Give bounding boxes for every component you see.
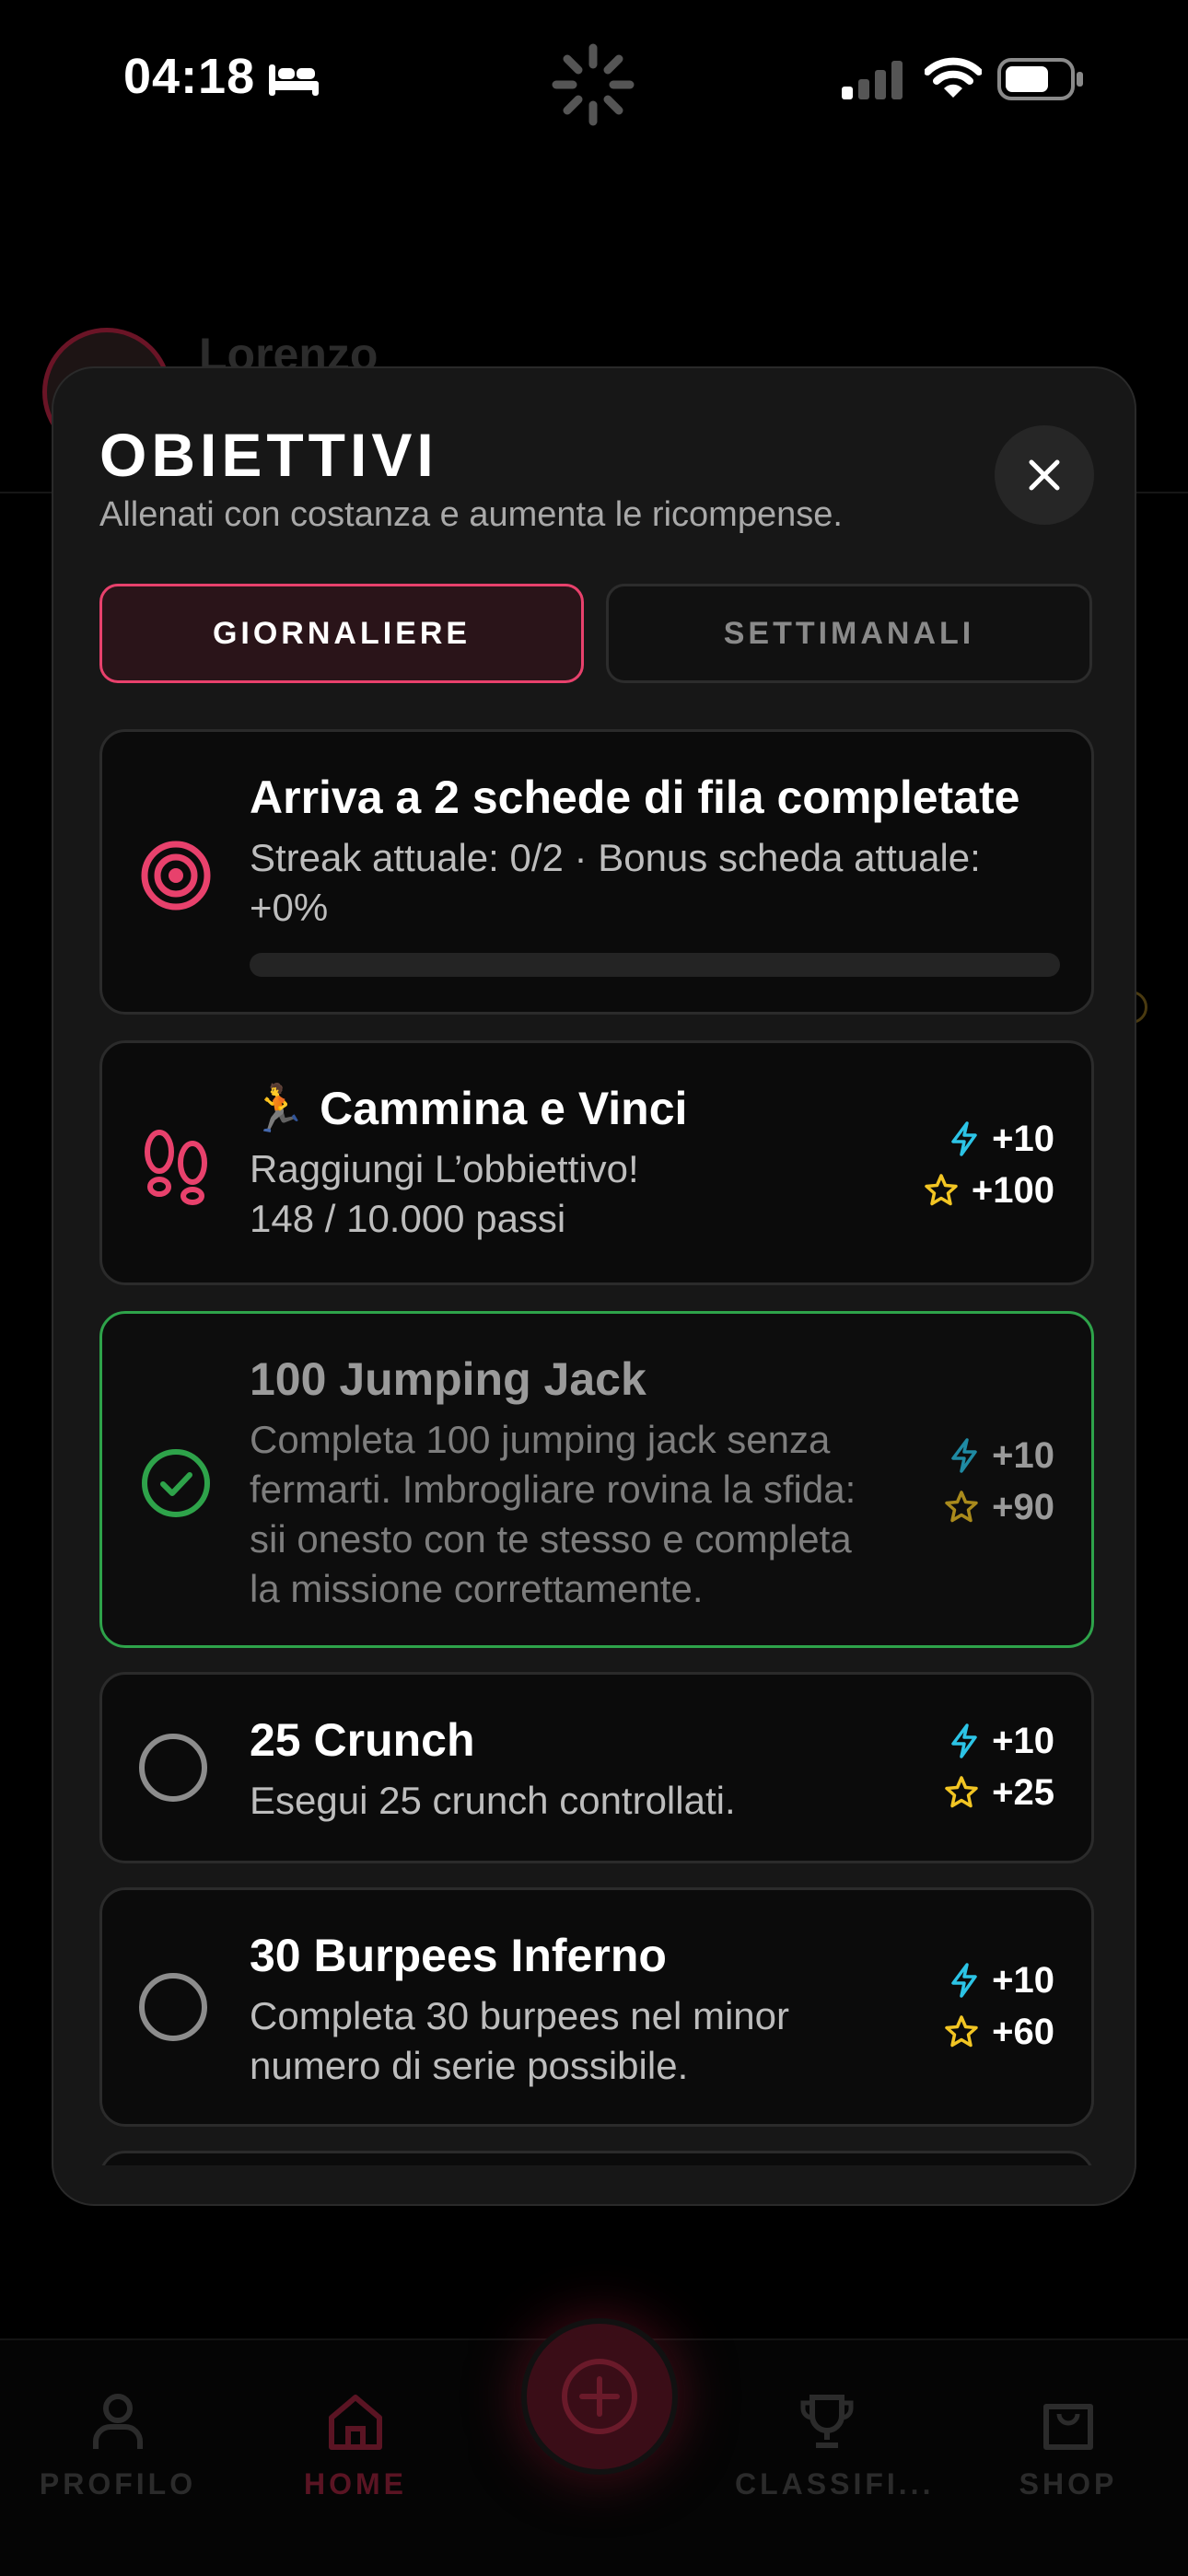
wifi-icon (925, 57, 982, 98)
bolt-icon (951, 1963, 977, 1998)
goal-title: Arriva a 2 schede di fila completate (250, 772, 1020, 823)
bolt-icon (951, 1438, 977, 1473)
star-reward: +90 (870, 1481, 1054, 1533)
goals-list: Arriva a 2 schede di fila completate Str… (99, 729, 1094, 2165)
star-icon (945, 1491, 978, 1523)
goal-title: 100 Jumping Jack (250, 1353, 646, 1405)
energy-reward: +10 (870, 1715, 1054, 1767)
nav-leaderboard[interactable]: CLASSIFI... (735, 2392, 930, 2501)
home-icon (329, 2395, 382, 2450)
check-circle-icon (142, 1449, 210, 1517)
runner-icon: 🏃 (250, 1083, 308, 1134)
rewards: +10 +90 (870, 1430, 1054, 1533)
bolt-icon (951, 1723, 977, 1758)
close-icon (1029, 459, 1060, 491)
add-button[interactable] (521, 2318, 678, 2475)
goal-description: Raggiungi L’obbiettivo! 148 / 10.000 pas… (250, 1147, 639, 1240)
star-icon (945, 2015, 978, 2048)
goal-title: 🏃 Cammina e Vinci (250, 1083, 688, 1134)
person-icon (93, 2394, 143, 2449)
nav-profile[interactable]: PROFILO (26, 2392, 210, 2501)
tab-weekly[interactable]: SETTIMANALI (606, 584, 1092, 683)
spinner-icon (552, 43, 635, 126)
goal-description: Completa 30 burpees nel minor numero di … (250, 1994, 789, 2087)
goal-card-crunch[interactable]: 25 Crunch Esegui 25 crunch controllati. … (99, 1672, 1094, 1863)
close-button[interactable] (995, 425, 1094, 525)
star-reward: +100 (870, 1165, 1054, 1216)
trophy-icon (800, 2395, 854, 2448)
energy-reward: +10 (870, 1955, 1054, 2006)
goal-description: Esegui 25 crunch controllati. (250, 1779, 736, 1822)
nav-home[interactable]: HOME (263, 2392, 448, 2501)
pending-circle-icon (139, 1734, 207, 1802)
nav-shop[interactable]: SHOP (976, 2392, 1160, 2501)
goal-title: 25 Crunch (250, 1714, 475, 1766)
tab-daily[interactable]: GIORNALIERE (99, 584, 584, 683)
shopping-bag-icon (1043, 2404, 1093, 2450)
star-icon (945, 1776, 978, 1808)
goal-title: 30 Burpees Inferno (250, 1930, 667, 1981)
battery-icon (997, 58, 1083, 100)
energy-reward: +10 (870, 1430, 1054, 1481)
target-icon (141, 841, 211, 911)
signal-icon (842, 61, 903, 99)
plus-circle-icon (562, 2359, 637, 2434)
bolt-icon (951, 1121, 977, 1156)
rewards: +10 +25 (870, 1715, 1054, 1818)
pending-circle-icon (139, 1973, 207, 2041)
star-reward: +25 (870, 1767, 1054, 1818)
rewards: +10 +100 (870, 1113, 1054, 1216)
star-icon (925, 1174, 958, 1206)
status-bar: 04:18 (0, 0, 1188, 157)
goal-description: Completa 100 jumping jack senza fermarti… (250, 1418, 856, 1610)
goal-card-walk[interactable]: 🏃 Cammina e Vinci Raggiungi L’obbiettivo… (99, 1040, 1094, 1285)
goal-card-burpees[interactable]: 30 Burpees Inferno Completa 30 burpees n… (99, 1887, 1094, 2127)
rewards: +10 +60 (870, 1955, 1054, 2058)
goal-card-jumping-jack[interactable]: 100 Jumping Jack Completa 100 jumping ja… (99, 1311, 1094, 1648)
modal-subtitle: Allenati con costanza e aumenta le ricom… (99, 495, 843, 534)
goal-card-streak[interactable]: Arriva a 2 schede di fila completate Str… (99, 729, 1094, 1015)
star-reward: +60 (870, 2006, 1054, 2058)
goal-description: Streak attuale: 0/2 · Bonus scheda attua… (250, 836, 981, 929)
status-time: 04:18 (123, 49, 256, 104)
goal-card-partial[interactable] (99, 2151, 1094, 2165)
goals-modal: OBIETTIVI Allenati con costanza e aument… (52, 366, 1136, 2206)
energy-reward: +10 (870, 1113, 1054, 1165)
progress-bar (250, 953, 1060, 977)
footsteps-icon (145, 1130, 207, 1205)
modal-title: OBIETTIVI (99, 421, 438, 489)
bed-icon (269, 64, 319, 96)
